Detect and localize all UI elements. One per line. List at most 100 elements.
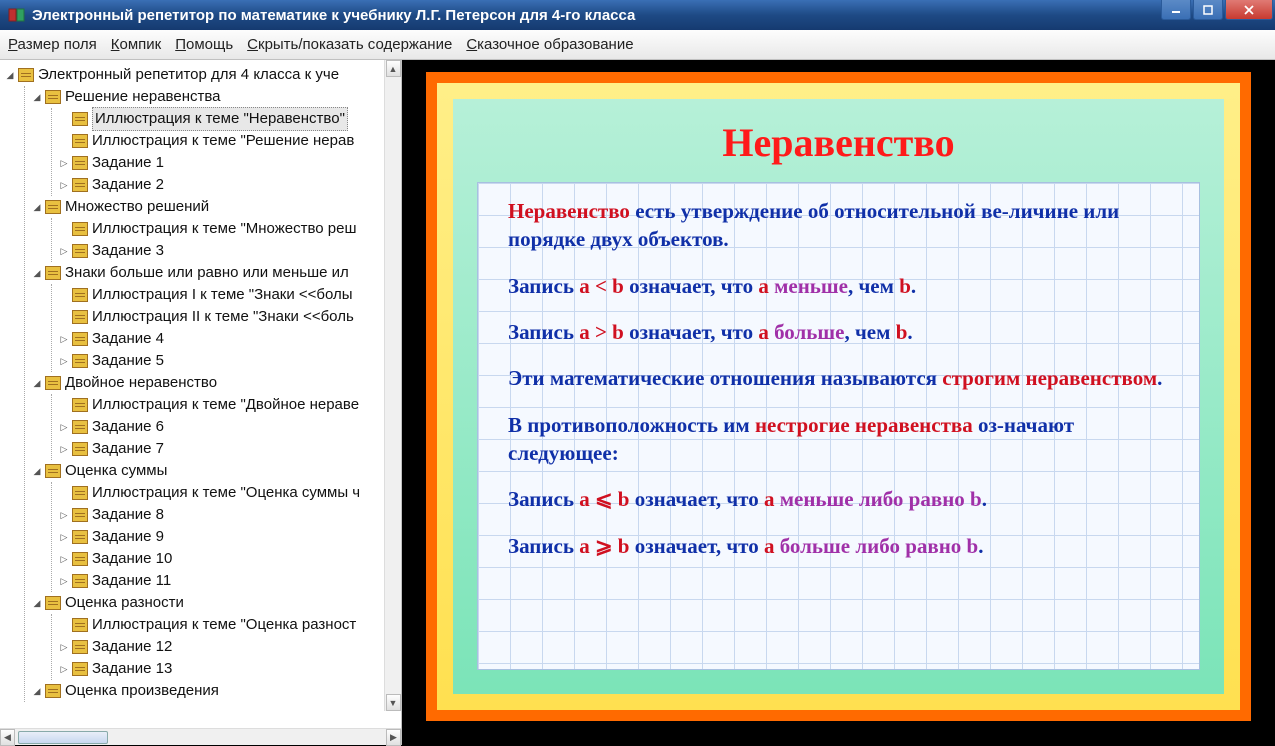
- tree-item[interactable]: Иллюстрация к теме "Двойное нераве: [58, 394, 401, 416]
- tree-item[interactable]: ▷Задание 6: [58, 416, 401, 438]
- tree-item[interactable]: Иллюстрация II к теме "Знаки <<боль: [58, 306, 401, 328]
- tree-label: Иллюстрация к теме "Оценка разност: [92, 614, 356, 636]
- expand-icon[interactable]: ▷: [58, 245, 70, 257]
- menu-toggle-contents[interactable]: Скрыть/показать содержаниеСкрыть/показат…: [247, 36, 452, 53]
- expand-icon[interactable]: ▷: [58, 641, 70, 653]
- sidebar: ◢ Электронный репетитор для 4 класса к у…: [0, 60, 402, 745]
- book-icon: [72, 552, 88, 566]
- tree-group[interactable]: ◢Двойное неравенство: [31, 372, 401, 394]
- book-icon: [72, 310, 88, 324]
- tree-item[interactable]: Иллюстрация к теме "Решение нерав: [58, 130, 401, 152]
- tree-item[interactable]: ▷Задание 8: [58, 504, 401, 526]
- tree-root[interactable]: ◢ Электронный репетитор для 4 класса к у…: [4, 64, 401, 86]
- expand-icon[interactable]: ▷: [58, 421, 70, 433]
- tree-group[interactable]: ◢ Оценка разности: [31, 592, 401, 614]
- collapse-icon[interactable]: ◢: [31, 201, 43, 213]
- tree-group[interactable]: ◢Оценка произведения: [31, 680, 401, 702]
- book-icon: [72, 618, 88, 632]
- expand-icon[interactable]: ▷: [58, 663, 70, 675]
- tree-label: Иллюстрация к теме "Решение нерав: [92, 130, 354, 152]
- menu-fairy-education[interactable]: Сказочное образованиеСказочное образован…: [466, 36, 633, 53]
- collapse-icon[interactable]: ◢: [31, 91, 43, 103]
- tree-item[interactable]: ▷Задание 1: [58, 152, 401, 174]
- book-icon: [72, 178, 88, 192]
- collapse-icon[interactable]: ◢: [31, 597, 43, 609]
- book-icon: [72, 222, 88, 236]
- tree-item[interactable]: ▷Задание 5: [58, 350, 401, 372]
- collapse-icon[interactable]: ◢: [31, 465, 43, 477]
- tree-item[interactable]: ▷Задание 4: [58, 328, 401, 350]
- tree-label: Иллюстрация к теме "Неравенство": [92, 107, 348, 131]
- expand-icon[interactable]: ▷: [58, 575, 70, 587]
- paragraph: Запись a < b означает, что a меньше, чем…: [508, 272, 1169, 300]
- contents-tree[interactable]: ◢ Электронный репетитор для 4 класса к у…: [0, 60, 401, 728]
- frame-mid: Неравенство Неравенство есть утверждение…: [437, 83, 1240, 710]
- book-icon: [72, 574, 88, 588]
- tree-label: Оценка суммы: [65, 460, 167, 482]
- expand-icon[interactable]: ▷: [58, 531, 70, 543]
- scroll-up-button[interactable]: ▲: [386, 60, 401, 77]
- content-pane: Неравенство Неравенство есть утверждение…: [402, 60, 1275, 745]
- tree-label: Оценка разности: [65, 592, 184, 614]
- minimize-button[interactable]: [1161, 0, 1191, 20]
- book-icon: [72, 354, 88, 368]
- tree-item[interactable]: ▷Задание 2: [58, 174, 401, 196]
- scroll-right-button[interactable]: ▶: [386, 729, 401, 746]
- window-title: Электронный репетитор по математике к уч…: [32, 7, 635, 24]
- horizontal-scrollbar[interactable]: ◀ ▶: [0, 728, 401, 745]
- menu-field-size[interactable]: РРазмер поляазмер поля: [8, 36, 97, 53]
- tree-item[interactable]: ▷ Задание 11: [58, 570, 401, 592]
- scroll-down-button[interactable]: ▼: [386, 694, 401, 711]
- book-icon: [45, 596, 61, 610]
- scroll-left-button[interactable]: ◀: [0, 729, 15, 746]
- collapse-icon[interactable]: ◢: [31, 267, 43, 279]
- paragraph: Неравенство есть утверждение об относите…: [508, 197, 1169, 254]
- expand-icon[interactable]: ▷: [58, 443, 70, 455]
- tree-group[interactable]: ◢ Решение неравенства: [31, 86, 401, 108]
- tree-label: Решение неравенства: [65, 86, 221, 108]
- collapse-icon[interactable]: ◢: [4, 69, 16, 81]
- expand-icon[interactable]: ▷: [58, 179, 70, 191]
- expand-icon[interactable]: ▷: [58, 333, 70, 345]
- paragraph: Запись a ⩽ b означает, что a меньше либо…: [508, 485, 1169, 513]
- tree-item[interactable]: ▷Задание 9: [58, 526, 401, 548]
- tree-item[interactable]: ▷Задание 12: [58, 636, 401, 658]
- expand-icon[interactable]: ▷: [58, 509, 70, 521]
- tree-item[interactable]: Иллюстрация к теме "Оценка разност: [58, 614, 401, 636]
- expand-icon[interactable]: ▷: [58, 157, 70, 169]
- book-icon: [72, 420, 88, 434]
- book-icon: [72, 398, 88, 412]
- tree-item[interactable]: Иллюстрация к теме "Множество реш: [58, 218, 401, 240]
- collapse-icon[interactable]: ◢: [31, 377, 43, 389]
- tree-group[interactable]: ◢Множество решений: [31, 196, 401, 218]
- tree-label: Иллюстрация к теме "Оценка суммы ч: [92, 482, 360, 504]
- scroll-thumb[interactable]: [18, 731, 108, 744]
- close-button[interactable]: [1225, 0, 1273, 20]
- collapse-icon[interactable]: ◢: [31, 685, 43, 697]
- book-icon: [45, 464, 61, 478]
- app-icon: [8, 6, 26, 24]
- titlebar[interactable]: Электронный репетитор по математике к уч…: [0, 0, 1275, 30]
- tree-group[interactable]: ◢ Оценка суммы: [31, 460, 401, 482]
- tree-item[interactable]: ▷Задание 13: [58, 658, 401, 680]
- tree-item-selected[interactable]: Иллюстрация к теме "Неравенство": [58, 108, 401, 130]
- book-icon: [18, 68, 34, 82]
- expand-icon[interactable]: ▷: [58, 355, 70, 367]
- book-icon: [72, 288, 88, 302]
- tree-item[interactable]: ▷Задание 3: [58, 240, 401, 262]
- menu-kompik[interactable]: КомпикКомпик: [111, 36, 161, 53]
- tree-label: Задание 11: [92, 570, 171, 592]
- tree-label: Иллюстрация I к теме "Знаки <<болы: [92, 284, 353, 306]
- tree-item[interactable]: ▷Задание 7: [58, 438, 401, 460]
- body-area: ◢ Электронный репетитор для 4 класса к у…: [0, 60, 1275, 745]
- tree-item[interactable]: ▷Задание 10: [58, 548, 401, 570]
- tree-item[interactable]: Иллюстрация I к теме "Знаки <<болы: [58, 284, 401, 306]
- book-icon: [72, 640, 88, 654]
- tree-group[interactable]: ◢Знаки больше или равно или меньше ил: [31, 262, 401, 284]
- book-icon: [45, 200, 61, 214]
- maximize-button[interactable]: [1193, 0, 1223, 20]
- menu-help[interactable]: ПомощьПомощь: [175, 36, 233, 53]
- vertical-scrollbar[interactable]: ▲ ▼: [384, 60, 401, 711]
- tree-item[interactable]: Иллюстрация к теме "Оценка суммы ч: [58, 482, 401, 504]
- expand-icon[interactable]: ▷: [58, 553, 70, 565]
